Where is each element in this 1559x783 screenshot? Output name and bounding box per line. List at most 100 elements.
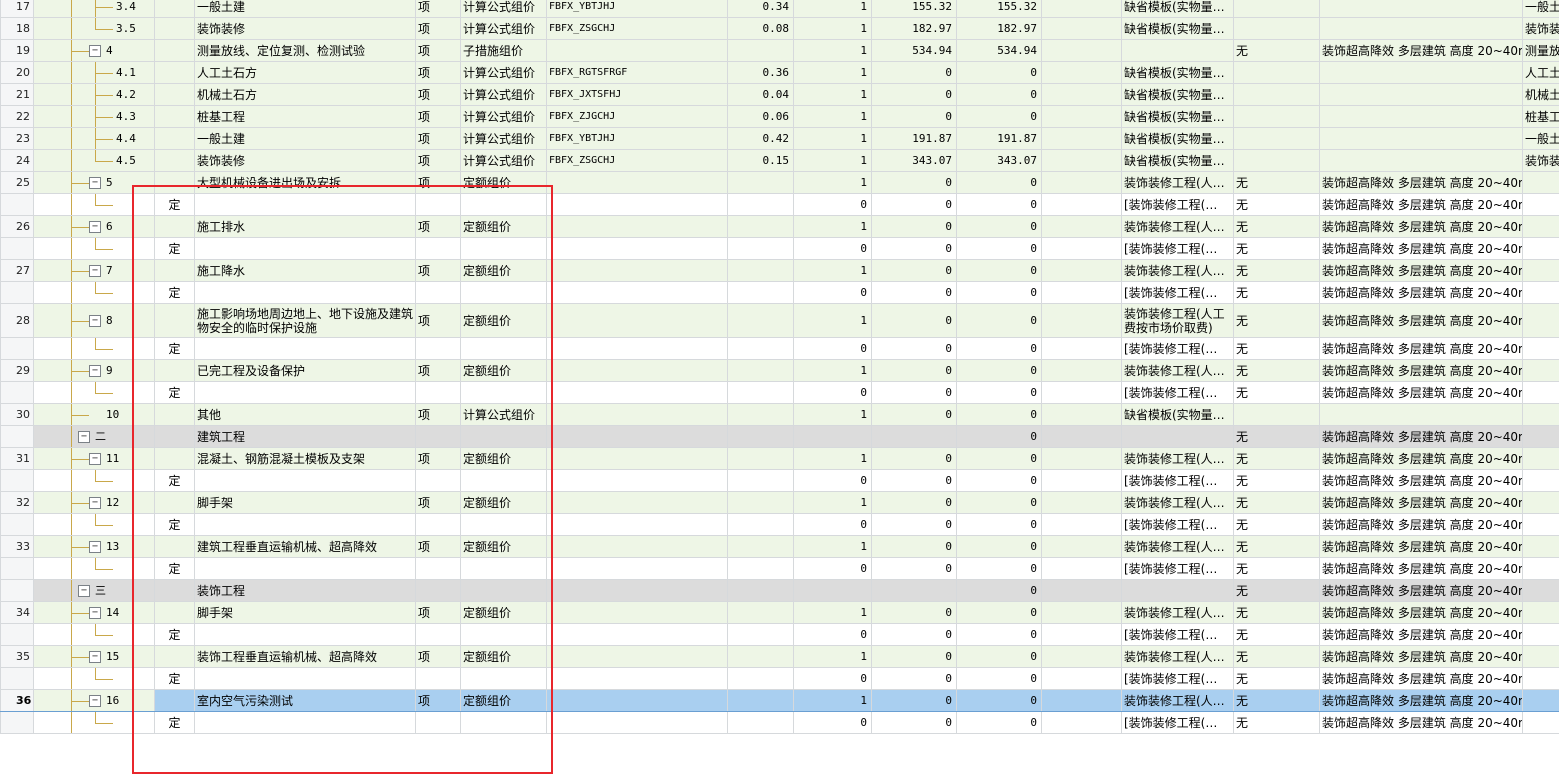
pricing-method-cell[interactable]	[460, 513, 547, 536]
rate-cell[interactable]	[727, 281, 794, 304]
quantity-cell[interactable]: 0	[793, 469, 872, 492]
blank-cell[interactable]	[1041, 579, 1122, 602]
fixed-flag-cell[interactable]	[154, 127, 195, 150]
base-formula-cell[interactable]: FBFX_ZSGCHJ	[546, 149, 728, 172]
row-number[interactable]	[0, 469, 34, 492]
pricing-method-cell[interactable]	[460, 469, 547, 492]
extra-cell[interactable]: 无	[1233, 171, 1320, 194]
unit-price-cell[interactable]: 0	[871, 359, 957, 382]
quantity-cell[interactable]: 1	[793, 303, 872, 338]
rate-cell[interactable]	[727, 579, 794, 602]
code-cell[interactable]: −8	[33, 303, 155, 338]
extra-cell[interactable]: 无	[1233, 667, 1320, 690]
extra-cell[interactable]	[1233, 17, 1320, 40]
table-row[interactable]: 24 4.5 装饰装修项计算公式组价 FBFX_ZSGCHJ 0.15 1 343.07 34…	[0, 149, 1559, 172]
row-number[interactable]	[0, 557, 34, 580]
row-number[interactable]	[0, 579, 34, 602]
extra-cell[interactable]: 无	[1233, 237, 1320, 260]
description-cell[interactable]: 装饰超高降效 多层建筑 高度 20~40m	[1319, 281, 1523, 304]
unit-price-cell[interactable]: 0	[871, 337, 957, 360]
code-cell[interactable]: 4.2	[33, 83, 155, 106]
fixed-flag-cell[interactable]	[154, 61, 195, 84]
name-cell[interactable]: 装饰工程	[194, 579, 416, 602]
fixed-flag-cell[interactable]	[154, 535, 195, 558]
total-cell[interactable]: 0	[956, 381, 1042, 404]
total-cell[interactable]: 0	[956, 359, 1042, 382]
fixed-flag-cell[interactable]: 定	[154, 667, 195, 690]
template-cell[interactable]: [装饰装修工程(…	[1121, 281, 1234, 304]
fixed-flag-cell[interactable]: 定	[154, 381, 195, 404]
base-formula-cell[interactable]: FBFX_YBTJHJ	[546, 127, 728, 150]
code-cell[interactable]: 4.1	[33, 61, 155, 84]
extra-cell[interactable]	[1233, 127, 1320, 150]
description-cell[interactable]: 装饰超高降效 多层建筑 高度 20~40m	[1319, 39, 1523, 62]
unit-price-cell[interactable]	[871, 579, 957, 602]
name-cell[interactable]	[194, 667, 416, 690]
base-formula-cell[interactable]	[546, 237, 728, 260]
description-cell[interactable]: 装饰超高降效 多层建筑 高度 20~40m	[1319, 359, 1523, 382]
quantity-cell[interactable]: 1	[793, 39, 872, 62]
row-number[interactable]	[0, 667, 34, 690]
table-row[interactable]: 定 0 0 0 [装饰装修工程(… 无装饰超高降效 多层建筑 高度 20~40m	[0, 237, 1559, 260]
row-number[interactable]	[0, 711, 34, 734]
extra-cell[interactable]: 无	[1233, 215, 1320, 238]
blank-cell[interactable]	[1041, 425, 1122, 448]
quantity-cell[interactable]: 0	[793, 193, 872, 216]
blank-cell[interactable]	[1041, 281, 1122, 304]
tail-cell[interactable]	[1522, 711, 1559, 734]
unit-cell[interactable]	[415, 425, 461, 448]
rate-cell[interactable]: 0.04	[727, 83, 794, 106]
quantity-cell[interactable]: 1	[793, 601, 872, 624]
extra-cell[interactable]: 无	[1233, 259, 1320, 282]
code-cell[interactable]	[33, 193, 155, 216]
description-cell[interactable]: 装饰超高降效 多层建筑 高度 20~40m	[1319, 337, 1523, 360]
name-cell[interactable]	[194, 557, 416, 580]
fixed-flag-cell[interactable]: 定	[154, 469, 195, 492]
quantity-cell[interactable]: 1	[793, 689, 872, 712]
name-cell[interactable]: 一般土建	[194, 127, 416, 150]
quantity-cell[interactable]: 1	[793, 149, 872, 172]
code-cell[interactable]	[33, 337, 155, 360]
rate-cell[interactable]	[727, 491, 794, 514]
unit-price-cell[interactable]: 182.97	[871, 17, 957, 40]
fixed-flag-cell[interactable]	[154, 359, 195, 382]
description-cell[interactable]	[1319, 403, 1523, 426]
pricing-method-cell[interactable]: 定额组价	[460, 689, 547, 712]
unit-price-cell[interactable]: 0	[871, 403, 957, 426]
row-number[interactable]: 25	[0, 171, 34, 194]
row-number[interactable]	[0, 623, 34, 646]
total-cell[interactable]: 0	[956, 105, 1042, 128]
table-row[interactable]: − 三 装饰工程 0 无装饰超高降效 多层建筑 高度 20~40m	[0, 579, 1559, 602]
unit-cell[interactable]	[415, 513, 461, 536]
description-cell[interactable]	[1319, 149, 1523, 172]
unit-cell[interactable]: 项	[415, 17, 461, 40]
fixed-flag-cell[interactable]	[154, 579, 195, 602]
extra-cell[interactable]: 无	[1233, 281, 1320, 304]
name-cell[interactable]	[194, 513, 416, 536]
unit-price-cell[interactable]: 0	[871, 381, 957, 404]
unit-cell[interactable]	[415, 469, 461, 492]
blank-cell[interactable]	[1041, 645, 1122, 668]
name-cell[interactable]: 混凝土、钢筋混凝土模板及支架	[194, 447, 416, 470]
template-cell[interactable]: 缺省模板(实物量…	[1121, 61, 1234, 84]
total-cell[interactable]: 0	[956, 557, 1042, 580]
row-number[interactable]: 32	[0, 491, 34, 514]
base-formula-cell[interactable]	[546, 215, 728, 238]
rate-cell[interactable]	[727, 689, 794, 712]
total-cell[interactable]: 0	[956, 601, 1042, 624]
table-row[interactable]: 定 0 0 0 [装饰装修工程(… 无装饰超高降效 多层建筑 高度 20~40m	[0, 381, 1559, 404]
row-number[interactable]: 19	[0, 39, 34, 62]
row-number[interactable]: 35	[0, 645, 34, 668]
rate-cell[interactable]	[727, 39, 794, 62]
blank-cell[interactable]	[1041, 667, 1122, 690]
fixed-flag-cell[interactable]	[154, 149, 195, 172]
row-number[interactable]	[0, 425, 34, 448]
code-cell[interactable]	[33, 237, 155, 260]
rate-cell[interactable]	[727, 193, 794, 216]
description-cell[interactable]: 装饰超高降效 多层建筑 高度 20~40m	[1319, 689, 1523, 712]
extra-cell[interactable]: 无	[1233, 381, 1320, 404]
row-number[interactable]	[0, 237, 34, 260]
tail-cell[interactable]: 装饰装	[1522, 149, 1559, 172]
fixed-flag-cell[interactable]	[154, 17, 195, 40]
total-cell[interactable]: 0	[956, 337, 1042, 360]
